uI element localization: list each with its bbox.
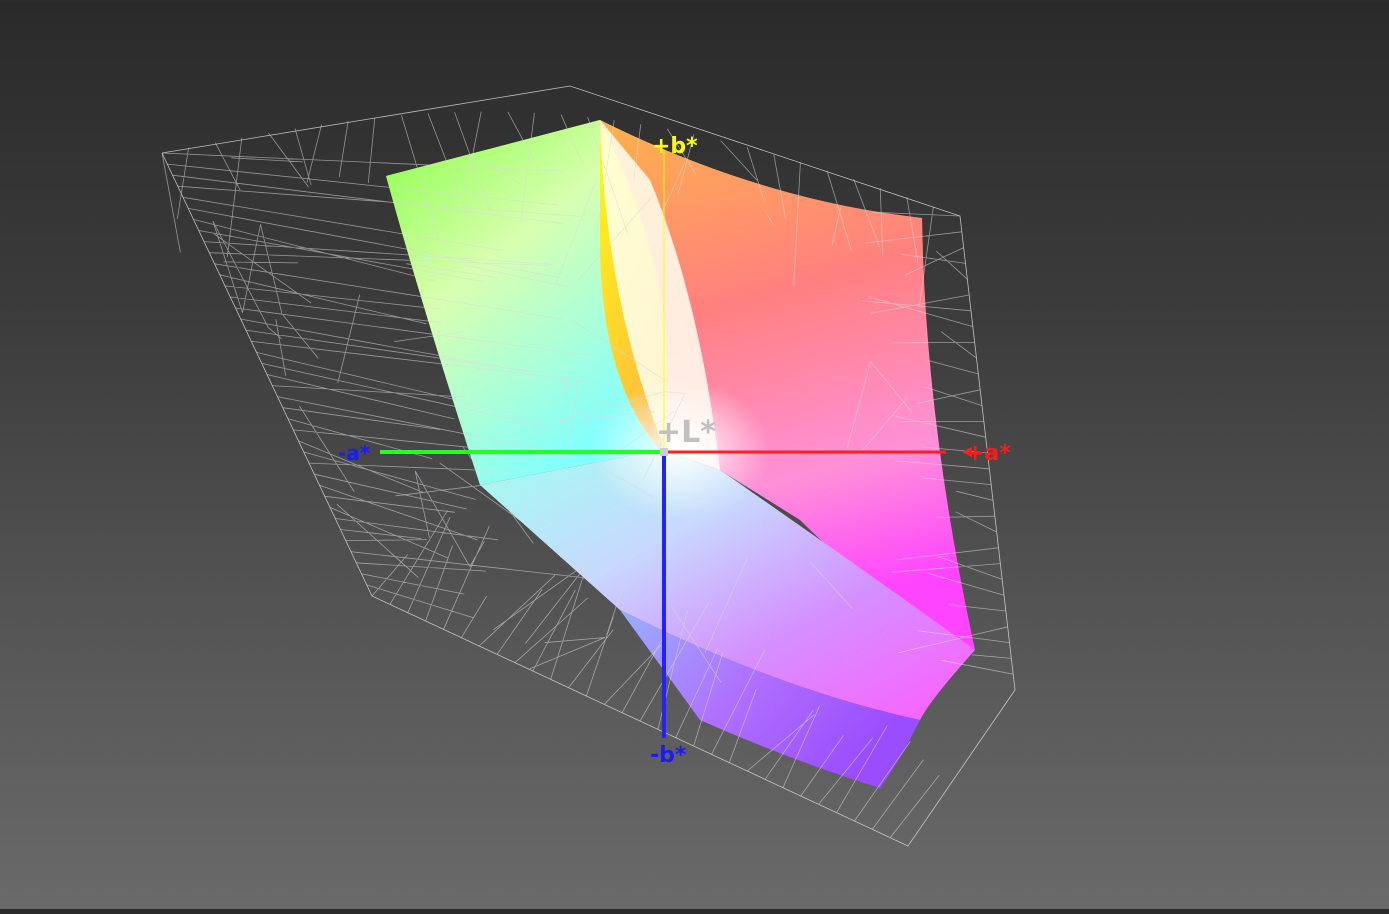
gamut-scene: +b* -b* +a* -a* +L* [161,85,1016,847]
axis-label-minus-a: -a* [338,441,371,465]
axis-label-plus-L: +L* [656,415,716,450]
axis-label-plus-b: +b* [652,134,698,159]
axis-label-plus-a: +a* [966,441,1011,466]
gamut-3d-viewport[interactable]: +b* -b* +a* -a* +L* [0,0,1389,909]
axis-label-minus-b: -b* [650,743,687,768]
